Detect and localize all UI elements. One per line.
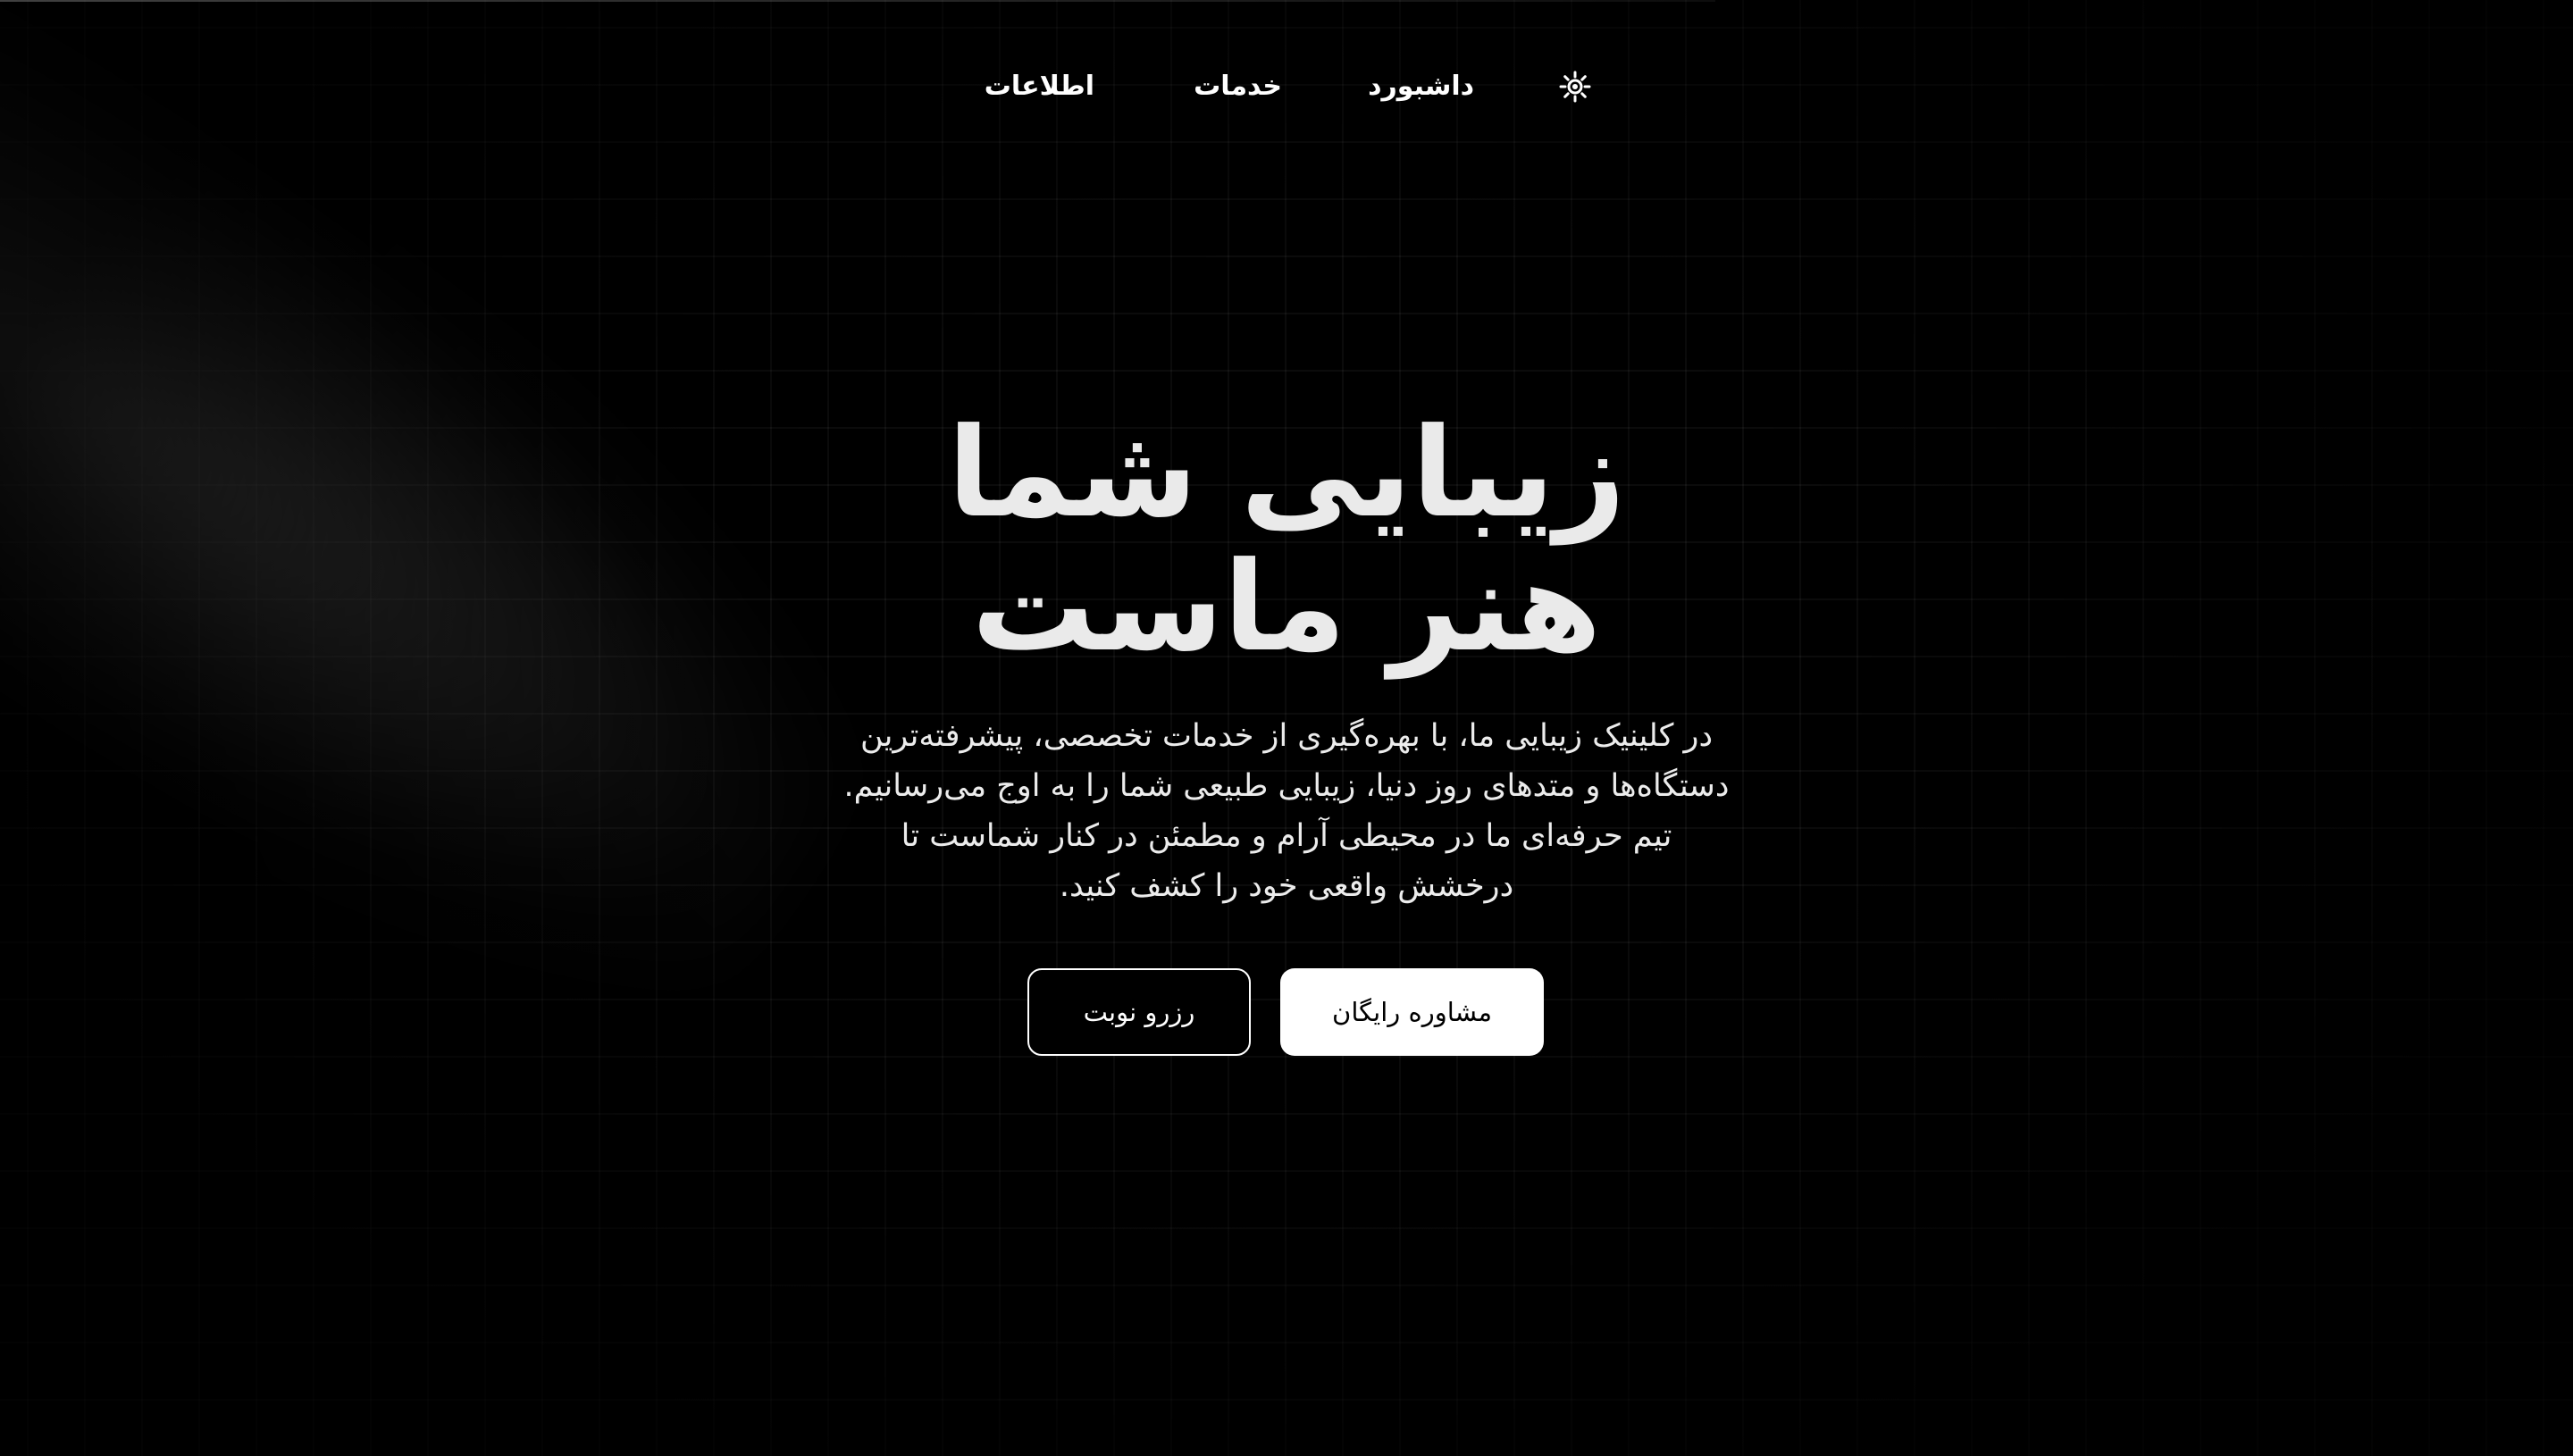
sun-icon: [1559, 71, 1591, 103]
nav-item-services[interactable]: خدمات: [1194, 63, 1282, 111]
theme-toggle-button[interactable]: [1559, 71, 1591, 103]
hero-description-line-2: دستگاه‌ها و متدهای روز دنیا، زیبایی طبیع…: [843, 768, 1730, 804]
top-border-line: [0, 0, 1715, 2]
main-navigation: اطلاعات خدمات داشبورد: [0, 63, 2573, 111]
hero-description-line-3: تیم حرفه‌ای ما در محیطی آرام و مطمئن در …: [901, 818, 1672, 854]
nav-item-info[interactable]: اطلاعات: [985, 63, 1094, 111]
hero-title-line-2: هنر ماست: [971, 535, 1602, 679]
hero-description-line-1: در کلینیک زیبایی ما، با بهره‌گیری از خدم…: [859, 718, 1714, 754]
hero-title-line-1: زیبایی شما: [947, 401, 1626, 545]
hero-description-line-4: درخشش واقعی خود را کشف کنید.: [1059, 868, 1514, 904]
hero-title: زیبایی شما هنر ماست: [0, 406, 2573, 674]
book-appointment-button[interactable]: رزرو نوبت: [1027, 968, 1251, 1056]
hero-description: در کلینیک زیبایی ما، با بهره‌گیری از خدم…: [795, 711, 1778, 911]
free-consultation-button[interactable]: مشاوره رایگان: [1280, 968, 1544, 1056]
nav-item-dashboard[interactable]: داشبورد: [1368, 63, 1474, 111]
